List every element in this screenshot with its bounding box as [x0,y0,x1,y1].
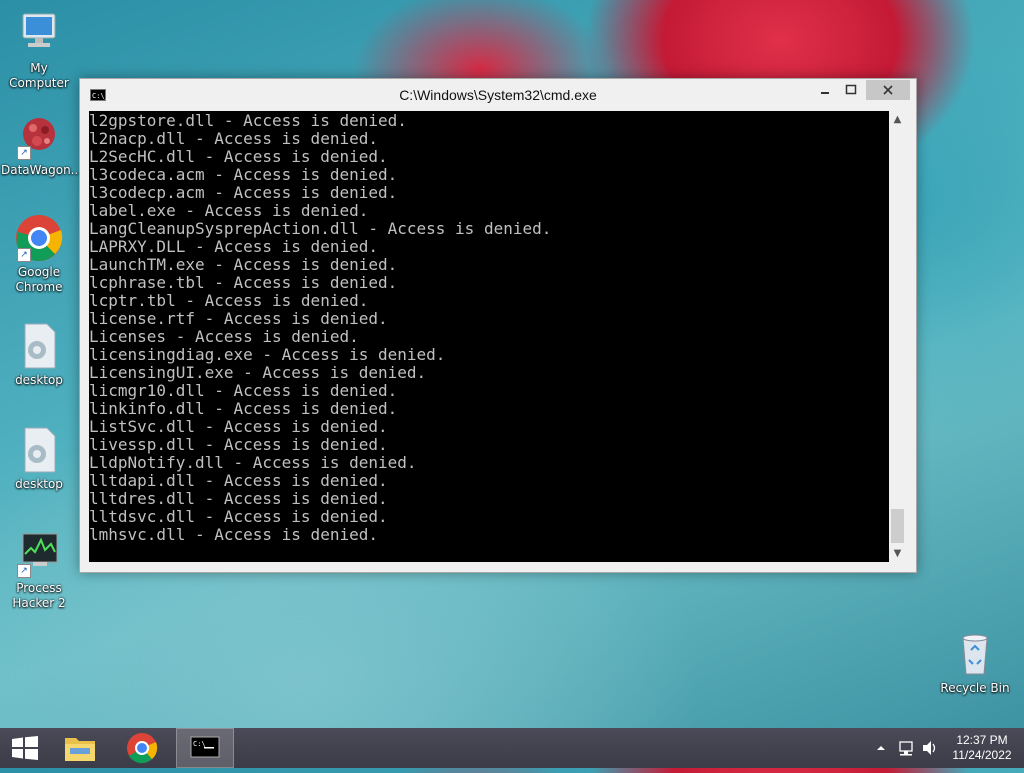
console-line: LldpNotify.dll - Access is denied. [89,453,417,472]
console-line: L2SecHC.dll - Access is denied. [89,147,388,166]
shortcut-arrow-icon: ↗ [17,248,31,262]
desktop-icon-label: DataWagon... [1,163,83,177]
computer-icon [15,10,63,58]
console-line: l3codecp.acm - Access is denied. [89,183,398,202]
console-line: license.rtf - Access is denied. [89,309,388,328]
console-line: l2gpstore.dll - Access is denied. [89,111,407,130]
console-line: livessp.dll - Access is denied. [89,435,388,454]
chrome-icon [127,733,158,764]
desktop-icon-my-computer[interactable]: My Computer [1,10,77,91]
console-line: LAPRXY.DLL - Access is denied. [89,237,378,256]
scroll-down-icon[interactable]: ▼ [889,545,906,562]
folder-icon [65,738,95,761]
svg-text:C:\: C:\ [193,740,206,748]
console-line: LaunchTM.exe - Access is denied. [89,255,398,274]
desktop-icon-datawagon[interactable]: ↗ DataWagon... [1,112,83,178]
desktop-icon-label: desktop [15,373,63,387]
taskbar-file-explorer[interactable] [58,728,102,768]
maximize-button[interactable] [838,80,864,100]
tray-overflow-chevron-icon[interactable] [874,728,888,768]
close-icon [883,85,893,95]
desktop-icon-label: Recycle Bin [940,681,1010,695]
window-title: C:\Windows\System32\cmd.exe [399,87,597,103]
start-button[interactable] [10,736,40,760]
console-output[interactable]: l2gpstore.dll - Access is denied. l2nacp… [89,111,889,562]
desktop-icon-label: desktop [15,477,63,491]
process-hacker-icon: ↗ [15,530,63,578]
taskbar-cmd[interactable]: C:\ [176,728,234,768]
clock-date: 11/24/2022 [952,748,1012,762]
desktop-icon-recycle-bin[interactable]: Recycle Bin [937,630,1013,696]
windows-logo-icon [12,736,38,760]
console-line: lltdres.dll - Access is denied. [89,489,388,508]
console-line: Licenses - Access is denied. [89,327,359,346]
network-icon[interactable] [897,728,917,768]
console-line: lcptr.tbl - Access is denied. [89,291,369,310]
scrollbar-thumb[interactable] [891,509,904,543]
console-line: LangCleanupSysprepAction.dll - Access is… [89,219,552,238]
console-line: lltdapi.dll - Access is denied. [89,471,388,490]
clock[interactable]: 12:37 PM 11/24/2022 [946,733,1018,773]
console-line: lmhsvc.dll - Access is denied. [89,525,378,544]
close-button[interactable] [866,80,910,100]
console-line: licmgr10.dll - Access is denied. [89,381,398,400]
cmd-icon: C:\ [190,736,220,758]
console-line: linkinfo.dll - Access is denied. [89,399,398,418]
shortcut-arrow-icon: ↗ [17,564,31,578]
console-line: lltdsvc.dll - Access is denied. [89,507,388,526]
config-file-icon [15,426,63,474]
console-line: l3codeca.acm - Access is denied. [89,165,398,184]
datawagon-icon: ↗ [15,112,63,160]
minimize-button[interactable] [812,80,838,100]
shortcut-arrow-icon: ↗ [17,146,31,160]
maximize-icon [845,84,857,95]
recycle-bin-icon [951,630,999,678]
desktop-icon-desktop-2[interactable]: desktop [1,426,77,492]
console-line: lcphrase.tbl - Access is denied. [89,273,398,292]
desktop-icon-process-hacker[interactable]: ↗ Process Hacker 2 [1,530,77,611]
cmd-window[interactable]: C:\_ C:\Windows\System32\cmd.exe l2gpsto… [79,78,917,573]
taskbar-chrome[interactable] [120,728,164,768]
console-text: l2gpstore.dll - Access is denied. l2nacp… [89,111,889,544]
minimize-icon [821,92,829,94]
console-line: ListSvc.dll - Access is denied. [89,417,388,436]
console-line: LicensingUI.exe - Access is denied. [89,363,427,382]
title-bar[interactable]: C:\_ C:\Windows\System32\cmd.exe [80,79,916,111]
desktop-icon-label: Process Hacker 2 [12,581,66,610]
console-line: label.exe - Access is denied. [89,201,369,220]
taskbar: C:\ 12:37 PM 11/24/2022 [0,728,1024,768]
scroll-up-icon[interactable]: ▲ [889,111,906,128]
config-file-icon [15,322,63,370]
desktop-icon-desktop-1[interactable]: desktop [1,322,77,388]
clock-time: 12:37 PM [956,733,1008,747]
desktop-icon-label: Google Chrome [15,265,63,294]
volume-icon[interactable] [920,728,940,768]
console-line: l2nacp.dll - Access is denied. [89,129,378,148]
desktop-icon-google-chrome[interactable]: ↗ Google Chrome [1,214,77,295]
chrome-icon: ↗ [15,214,63,262]
vertical-scrollbar[interactable]: ▲ ▼ [889,111,906,562]
console-line: licensingdiag.exe - Access is denied. [89,345,446,364]
desktop-icon-label: My Computer [9,61,69,90]
